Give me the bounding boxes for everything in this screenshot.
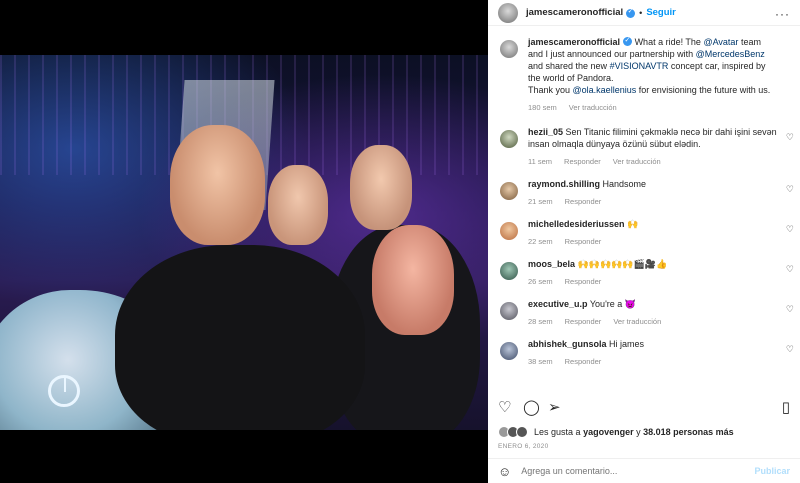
mention-link[interactable]: @ola.kaellenius: [573, 85, 637, 95]
likes-count-link[interactable]: 38.018 personas más: [643, 427, 734, 437]
comment-text: 🙌🙌🙌🙌🙌🎬🎥👍: [577, 259, 668, 269]
comment-item: executive_u.p You're a 👿 28 sem Responder…: [488, 298, 800, 328]
comment-username[interactable]: executive_u.p: [528, 299, 588, 309]
comment-text: Sen Titanic filimini çəkməklə necə bir d…: [528, 127, 777, 149]
mention-link[interactable]: @MercedesBenz: [696, 49, 765, 59]
translate-link[interactable]: Ver traducción: [569, 102, 617, 114]
verified-badge-icon: [626, 7, 636, 18]
author-avatar[interactable]: [500, 40, 518, 58]
comment-item: hezii_05 Sen Titanic filimini çəkməklə n…: [488, 126, 800, 168]
person: [268, 165, 328, 245]
instagram-post-view: jamescameronofficial • Seguir ··· jamesc…: [0, 0, 800, 483]
add-comment-bar: ☺ Publicar: [488, 458, 800, 483]
post-photo[interactable]: [0, 55, 488, 430]
like-comment-heart-icon[interactable]: ♡: [786, 132, 794, 143]
comment-username[interactable]: raymond.shilling: [528, 179, 600, 189]
likes-summary: Les gusta a yagovenger y 38.018 personas…: [498, 426, 734, 438]
caption-author[interactable]: jamescameronofficial: [528, 37, 620, 47]
share-icon[interactable]: ➢: [548, 398, 561, 416]
comment-username[interactable]: abhishek_gunsola: [528, 339, 607, 349]
like-comment-heart-icon[interactable]: ♡: [786, 184, 794, 195]
author-username[interactable]: jamescameronofficial: [526, 7, 623, 18]
comments-list[interactable]: jamescameronofficial What a ride! The @A…: [488, 36, 800, 390]
reply-button[interactable]: Responder: [565, 276, 602, 288]
like-comment-heart-icon[interactable]: ♡: [786, 344, 794, 355]
emoji-icon[interactable]: ☺: [498, 464, 511, 479]
translate-link[interactable]: Ver traducción: [613, 156, 661, 168]
comment-item: raymond.shilling Handsome 21 sem Responde…: [488, 178, 800, 208]
post-header: jamescameronofficial • Seguir ···: [488, 0, 800, 26]
reply-button[interactable]: Responder: [565, 236, 602, 248]
comment-username[interactable]: moos_bela: [528, 259, 575, 269]
post-media: [0, 0, 488, 483]
caption-time[interactable]: 180 sem: [528, 102, 557, 114]
person: [372, 225, 454, 335]
commenter-avatar[interactable]: [500, 130, 518, 148]
liker-avatars: [498, 426, 528, 438]
publish-button[interactable]: Publicar: [754, 466, 790, 476]
comment-text: Hi james: [609, 339, 645, 349]
post-date[interactable]: ENERO 6, 2020: [498, 443, 549, 450]
post-side-panel: jamescameronofficial • Seguir ··· jamesc…: [488, 0, 800, 483]
person: [350, 145, 412, 230]
liker-username[interactable]: yagovenger: [583, 427, 634, 437]
mention-link[interactable]: @Avatar: [703, 37, 738, 47]
comment-username[interactable]: michelledesideriussen: [528, 219, 625, 229]
like-comment-heart-icon[interactable]: ♡: [786, 264, 794, 275]
more-options-icon[interactable]: ···: [775, 7, 790, 21]
heart-icon[interactable]: ♡: [498, 398, 511, 416]
post-actions: ♡ ◯ ➢ ▯: [498, 398, 790, 418]
comment-item: abhishek_gunsola Hi james 38 sem Responde…: [488, 338, 800, 368]
person: [170, 125, 265, 245]
comment-text: Handsome: [602, 179, 647, 189]
mercedes-logo: [48, 375, 80, 407]
comment-username[interactable]: hezii_05: [528, 127, 563, 137]
hashtag-link[interactable]: #VISIONAVTR: [610, 61, 669, 71]
bookmark-icon[interactable]: ▯: [782, 398, 790, 416]
comment-input[interactable]: [521, 466, 742, 476]
commenter-avatar[interactable]: [500, 182, 518, 200]
translate-link[interactable]: Ver traducción: [613, 316, 661, 328]
follow-button[interactable]: Seguir: [646, 7, 676, 18]
caption: jamescameronofficial What a ride! The @A…: [488, 36, 800, 114]
author-avatar[interactable]: [498, 2, 518, 23]
verified-badge-icon: [623, 36, 633, 47]
reply-button[interactable]: Responder: [565, 196, 602, 208]
like-comment-heart-icon[interactable]: ♡: [786, 224, 794, 235]
commenter-avatar[interactable]: [500, 262, 518, 280]
reply-button[interactable]: Responder: [565, 316, 602, 328]
comment-icon[interactable]: ◯: [523, 398, 540, 416]
commenter-avatar[interactable]: [500, 302, 518, 320]
reply-button[interactable]: Responder: [564, 156, 601, 168]
comment-item: michelledesideriussen 🙌 22 sem Responder …: [488, 218, 800, 248]
reply-button[interactable]: Responder: [565, 356, 602, 368]
commenter-avatar[interactable]: [500, 342, 518, 360]
comment-text: 🙌: [627, 219, 639, 229]
comment-text: You're a 👿: [589, 299, 636, 309]
like-comment-heart-icon[interactable]: ♡: [786, 304, 794, 315]
commenter-avatar[interactable]: [500, 222, 518, 240]
comment-item: moos_bela 🙌🙌🙌🙌🙌🎬🎥👍 26 sem Responder ♡: [488, 258, 800, 288]
